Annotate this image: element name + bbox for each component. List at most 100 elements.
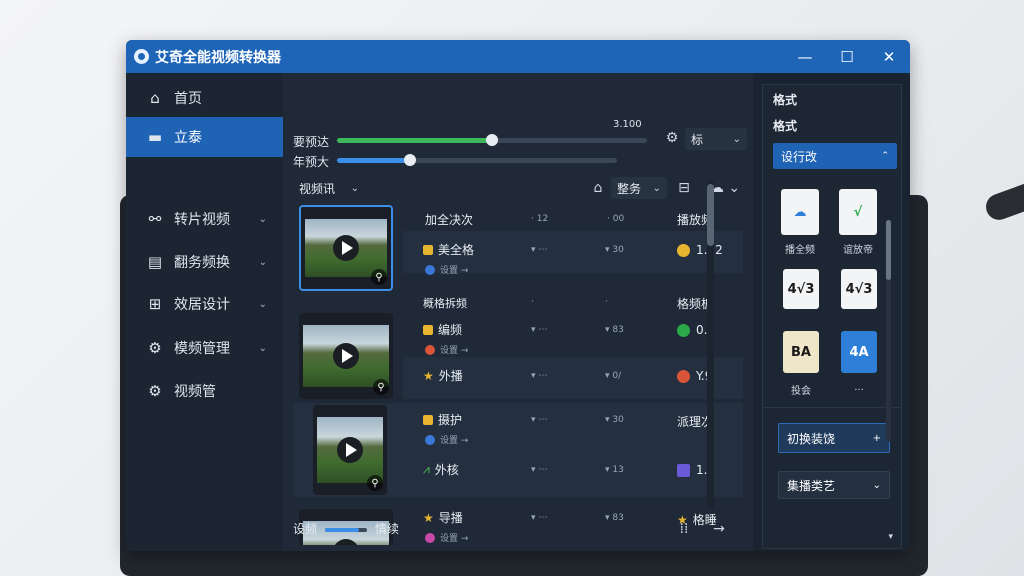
chevron-down-icon: ⌄ xyxy=(732,133,741,145)
house-icon[interactable]: ⌂ xyxy=(589,178,607,198)
close-button[interactable]: ✕ xyxy=(868,40,910,73)
format-glyph: BA xyxy=(791,344,811,360)
star-icon: ★ xyxy=(423,368,434,383)
chevron-down-icon: ⌄ xyxy=(350,182,359,194)
chevron-down-icon: ⌄ xyxy=(258,298,267,310)
sidebar-item-design[interactable]: ⊞ 效居设计 ⌄ xyxy=(126,284,283,324)
magnify-icon[interactable]: ⚲ xyxy=(367,475,383,491)
item-name: ★ 外播 xyxy=(423,367,463,384)
item-name: 美全格 xyxy=(423,241,474,258)
play-icon[interactable] xyxy=(337,437,363,463)
quality-select[interactable]: 标 ⌄ xyxy=(685,128,747,150)
video-thumbnail[interactable]: ⚲ xyxy=(299,313,393,399)
primary-action-button[interactable]: 设行改 ⌃ xyxy=(773,143,897,169)
sidebar-item-label: 转片视频 xyxy=(174,212,230,228)
app-logo-icon xyxy=(134,49,149,64)
slider-thumb[interactable] xyxy=(404,154,416,166)
item-name-text: 外播 xyxy=(438,369,463,383)
format-tile[interactable]: 4A xyxy=(841,331,877,373)
scrollbar-thumb[interactable] xyxy=(707,184,714,246)
plus-icon: + xyxy=(872,432,881,444)
video-thumbnail[interactable]: ⚲ xyxy=(313,405,387,495)
slider-track-1[interactable] xyxy=(337,134,647,146)
item-col1: ▾ ⋯ xyxy=(531,325,548,335)
item-col2: ▾ 30 xyxy=(605,245,624,255)
sidebar-item-active[interactable]: ▬ 立泰 xyxy=(126,117,283,157)
item-subtitle-text: 设置 → xyxy=(440,436,469,446)
convert-button[interactable]: 初换装饶 + xyxy=(778,423,890,453)
sidebar-item-label: 效居设计 xyxy=(174,297,230,313)
item-status: 1.22 xyxy=(677,243,723,257)
slider-thumb[interactable] xyxy=(486,134,498,146)
star-icon: ★ xyxy=(423,510,434,525)
status-badge-icon xyxy=(677,463,690,477)
item-subtitle-text: 设置 → xyxy=(440,266,469,276)
sidebar-item-label: 翻务频换 xyxy=(174,255,230,271)
slider-row-1: 要预达 xyxy=(293,132,337,150)
sidebar: ⌂ 首页 ▬ 立泰 ⚯ 转片视频 ⌄ ▤ 翻务频换 ⌄ ⊞ 效居设计 ⌄ ⚙ 模… xyxy=(126,73,283,551)
view-select[interactable]: 视频讯 ⌄ xyxy=(293,177,365,199)
group-col2: · xyxy=(605,297,608,307)
filter-icon[interactable]: ⊟ xyxy=(675,178,693,198)
button-label: 设行改 xyxy=(781,149,818,164)
resize-icon[interactable]: ▾ xyxy=(888,532,893,542)
video-thumbnail[interactable]: ⚲ xyxy=(299,205,393,291)
play-icon[interactable] xyxy=(333,343,359,369)
sort-select[interactable]: 整务 ⌄ xyxy=(611,177,667,199)
format-tile[interactable]: 4√3 xyxy=(783,269,819,309)
format-label: 谊放帝 xyxy=(843,245,873,256)
slider-track-2[interactable] xyxy=(337,154,617,166)
sidebar-item-label: 模频管理 xyxy=(174,341,230,357)
sidebar-item-translate[interactable]: ▤ 翻务频换 ⌄ xyxy=(126,242,283,282)
column-header-1: · 12 xyxy=(531,214,549,224)
panel-scrollbar[interactable] xyxy=(886,220,891,442)
magnify-icon[interactable]: ⚲ xyxy=(373,379,389,395)
format-tile[interactable]: ☁ xyxy=(781,189,819,235)
format-tile[interactable]: √ xyxy=(839,189,877,235)
group-col1: · xyxy=(531,297,534,307)
list-scrollbar[interactable] xyxy=(707,180,714,510)
item-subtitle: 设置 → xyxy=(425,263,468,276)
magnify-icon[interactable]: ⚲ xyxy=(371,269,387,285)
sidebar-item-manage[interactable]: ⚙ 模频管理 ⌄ xyxy=(126,328,283,368)
status-badge-icon xyxy=(677,243,690,257)
status-badge-icon xyxy=(677,369,690,383)
item-subtitle: 设置 → xyxy=(425,433,468,446)
maximize-button[interactable]: ☐ xyxy=(826,40,868,73)
play-icon[interactable] xyxy=(333,235,359,261)
arrow-right-icon[interactable]: → xyxy=(709,519,729,539)
gear-icon[interactable]: ⚙ xyxy=(663,129,681,147)
select-value: 视频讯 xyxy=(299,181,336,196)
slider-row-2: 年预大 xyxy=(293,152,337,170)
sidebar-item-convert[interactable]: ⚯ 转片视频 ⌄ xyxy=(126,199,283,239)
grid-dots-icon[interactable]: ⁞⁞ xyxy=(675,519,693,539)
list-item[interactable]: ⚲ 加全决次 · 12 · 00 播放频 美全格 设置 → ▾ ⋯ ▾ 30 xyxy=(293,203,743,295)
item-col2: ▾ 83 xyxy=(605,325,624,335)
chevron-down-icon: ⌄ xyxy=(258,256,267,268)
chart-icon: ⩘ xyxy=(423,462,430,476)
list-item[interactable]: ⚲ 摄护 设置 → ▾ ⋯ ▾ 30 派理次 ⩘ 外核 ▾ ⋯ ▾ 13 1.2 xyxy=(293,403,743,497)
lock-icon xyxy=(423,324,433,335)
format-glyph: 4√3 xyxy=(845,281,873,297)
preset-select[interactable]: 集播类艺 ⌄ xyxy=(778,471,890,499)
scrollbar-thumb[interactable] xyxy=(886,220,891,280)
desk-knob xyxy=(982,178,1024,224)
status-dot xyxy=(425,532,435,543)
list-item[interactable]: ⚲ 编频 设置 → ▾ ⋯ ▾ 83 0.5 ★ 外播 ▾ ⋯ ▾ 0/ Y.9 xyxy=(293,313,743,399)
item-col2: ▾ 83 xyxy=(605,513,624,523)
chevron-down-icon: ⌄ xyxy=(258,213,267,225)
item-name: 编频 xyxy=(423,321,462,338)
format-label: 播全频 xyxy=(785,245,815,256)
format-tile[interactable]: BA xyxy=(783,331,819,373)
sidebar-item-video-manage[interactable]: ⚙ 视频管 xyxy=(126,371,283,411)
item-name-text: 编频 xyxy=(438,323,463,337)
format-tile[interactable]: 4√3 xyxy=(841,269,877,309)
item-col1: ▾ ⋯ xyxy=(531,513,548,523)
select-value: 集播类艺 xyxy=(787,478,836,493)
sidebar-item-home[interactable]: ⌂ 首页 xyxy=(126,78,283,118)
status-badge-icon xyxy=(677,323,690,337)
home-icon: ⌂ xyxy=(150,89,160,107)
minimize-button[interactable]: — xyxy=(784,40,826,73)
item-col1: ▾ ⋯ xyxy=(531,465,548,475)
item-name: ⩘ 外核 xyxy=(423,461,459,478)
